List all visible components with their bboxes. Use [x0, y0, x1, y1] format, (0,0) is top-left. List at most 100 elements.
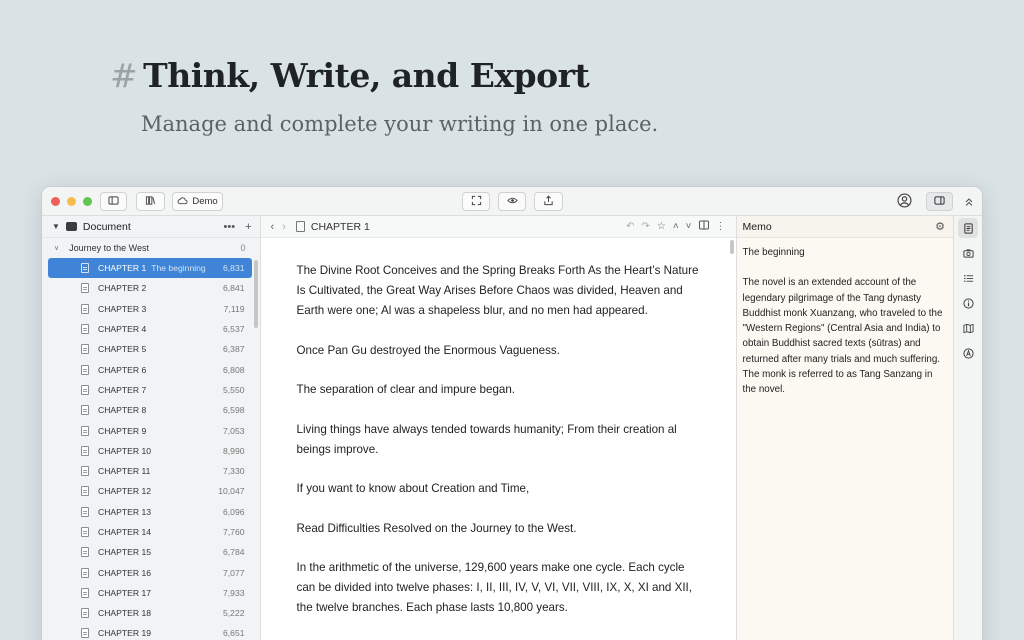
inspector-rail — [953, 216, 982, 640]
library-button[interactable] — [136, 192, 165, 211]
chapter-title: CHAPTER 15 — [98, 547, 152, 558]
snapshot-camera-icon[interactable] — [958, 243, 978, 263]
more-options-icon[interactable]: ••• — [224, 221, 236, 233]
document-tray-icon — [65, 222, 77, 231]
chapter-title: CHAPTER 1 — [98, 263, 147, 274]
memo-text[interactable]: The beginning The novel is an extended a… — [737, 238, 954, 405]
titlebar: Demo — [42, 187, 982, 216]
star-icon[interactable]: ☆ — [657, 221, 666, 232]
chapter-row[interactable]: CHAPTER 2 6,841 — [48, 278, 252, 298]
chapter-title: CHAPTER 12 — [98, 486, 152, 497]
hash-mark: # — [110, 56, 138, 95]
gear-icon[interactable]: ⚙ — [935, 220, 945, 233]
chapter-row[interactable]: CHAPTER 10 8,990 — [48, 441, 252, 461]
character-icon[interactable] — [958, 343, 978, 363]
file-icon — [81, 628, 89, 639]
file-icon — [81, 486, 89, 497]
chapter-title: CHAPTER 16 — [98, 567, 152, 578]
file-icon — [81, 567, 89, 578]
sidebar-toggle-button[interactable] — [100, 192, 127, 211]
chevron-down-icon[interactable]: ∨ — [54, 244, 59, 252]
redo-icon[interactable]: ↷ — [641, 221, 649, 232]
chapter-word-count: 7,119 — [223, 303, 245, 314]
collapse-button[interactable] — [964, 195, 974, 213]
split-view-icon[interactable] — [698, 220, 709, 233]
chapter-row[interactable]: CHAPTER 9 7,053 — [48, 420, 252, 440]
editor-paragraph: The Divine Root Conceives and the Spring… — [296, 264, 699, 317]
add-icon[interactable]: + — [245, 221, 251, 233]
memo-icon[interactable] — [958, 218, 979, 238]
chevron-down-icon[interactable]: ˅ — [686, 221, 692, 232]
chapter-title: CHAPTER 6 — [98, 364, 147, 375]
cloud-sync-button[interactable]: Demo — [172, 192, 223, 211]
minimize-window-button[interactable] — [67, 197, 76, 206]
memo-title: Memo — [742, 220, 772, 233]
close-window-button[interactable] — [51, 197, 60, 206]
chapter-title: CHAPTER 13 — [98, 506, 152, 517]
info-icon[interactable] — [958, 293, 978, 313]
chapter-row[interactable]: CHAPTER 4 6,537 — [48, 319, 252, 339]
file-icon — [81, 303, 89, 314]
chapter-row[interactable]: CHAPTER 15 6,784 — [48, 542, 252, 562]
chapter-row[interactable]: CHAPTER 14 7,760 — [48, 522, 252, 542]
chapter-row[interactable]: CHAPTER 13 6,096 — [48, 502, 252, 522]
export-button[interactable] — [534, 192, 563, 211]
chapter-title: CHAPTER 17 — [98, 587, 152, 598]
chapter-row[interactable]: CHAPTER 19 6,651 — [48, 623, 252, 640]
file-icon — [81, 547, 89, 558]
chapter-row[interactable]: CHAPTER 11 7,330 — [48, 461, 252, 481]
file-icon — [81, 364, 89, 375]
sidebar-scrollbar[interactable] — [253, 260, 258, 328]
fullscreen-button[interactable] — [462, 192, 490, 211]
chapter-row[interactable]: CHAPTER 17 7,933 — [48, 583, 252, 603]
chapter-list: CHAPTER 1 The beginning 6,831 CHAPTER 2 6,84… — [42, 258, 252, 640]
chevron-down-icon[interactable]: ▼ — [52, 222, 60, 231]
map-icon[interactable] — [958, 318, 978, 338]
chapter-row[interactable]: CHAPTER 6 6,808 — [48, 359, 252, 379]
chapter-word-count: 7,053 — [223, 425, 245, 436]
editor-paragraph: If you want to know about Creation and T… — [296, 482, 530, 495]
undo-icon[interactable]: ↶ — [626, 221, 634, 232]
editor-scrollbar[interactable] — [729, 240, 734, 254]
file-icon — [81, 405, 89, 416]
app-window: Demo ▼ Document ••• + ∨ Journey to the W… — [41, 186, 983, 640]
more-vertical-icon[interactable]: ⋮ — [716, 221, 726, 232]
chapter-row[interactable]: CHAPTER 5 6,387 — [48, 339, 252, 359]
chapter-row[interactable]: CHAPTER 3 7,119 — [48, 299, 252, 319]
document-sidebar: ▼ Document ••• + ∨ Journey to the West 0… — [42, 216, 261, 640]
chapter-word-count: 5,550 — [223, 384, 245, 395]
book-title: Journey to the West — [69, 243, 149, 253]
editor-text[interactable]: The Divine Root Conceives and the Spring… — [261, 238, 736, 618]
panel-toggle-icon — [934, 195, 945, 209]
editor-title: CHAPTER 1 — [310, 220, 370, 233]
file-icon — [81, 324, 89, 335]
chapter-title: CHAPTER 8 — [98, 405, 147, 416]
back-icon[interactable]: ‹ — [271, 221, 275, 233]
chapter-title: CHAPTER 14 — [98, 527, 152, 537]
export-share-icon — [543, 194, 554, 209]
file-icon — [81, 608, 89, 619]
outline-list-icon[interactable] — [958, 268, 978, 288]
chapter-word-count: 6,651 — [223, 628, 245, 639]
sidebar-title: Document — [82, 220, 131, 233]
chapter-row[interactable]: CHAPTER 1 The beginning 6,831 — [48, 258, 252, 279]
chevron-up-icon[interactable]: ˄ — [673, 221, 679, 232]
forward-icon[interactable]: › — [282, 221, 286, 233]
chapter-row[interactable]: CHAPTER 8 6,598 — [48, 400, 252, 420]
account-button[interactable] — [897, 193, 912, 213]
chapter-title: CHAPTER 2 — [98, 283, 147, 294]
preview-button[interactable] — [498, 192, 526, 211]
sidebar-actions: ••• + — [224, 221, 252, 233]
editor-header: ‹ › CHAPTER 1 ↶ ↷ ☆ ˄ ˅ ⋮ — [260, 216, 736, 238]
chapter-row[interactable]: CHAPTER 7 5,550 — [48, 380, 252, 400]
chapter-row[interactable]: CHAPTER 18 5,222 — [48, 603, 252, 623]
zoom-window-button[interactable] — [83, 197, 92, 206]
editor-nav: ‹ › — [271, 221, 286, 233]
file-icon — [81, 506, 89, 517]
chapter-row[interactable]: CHAPTER 16 7,077 — [48, 562, 252, 582]
chapter-row[interactable]: CHAPTER 12 10,047 — [48, 481, 252, 501]
editor-paragraph: Once Pan Gu destroyed the Enormous Vague… — [296, 343, 560, 357]
book-row[interactable]: ∨ Journey to the West 0 — [42, 238, 260, 258]
panel-toggle-button[interactable] — [926, 192, 953, 211]
editor-tools: ↶ ↷ ☆ ˄ ˅ ⋮ — [626, 220, 726, 233]
